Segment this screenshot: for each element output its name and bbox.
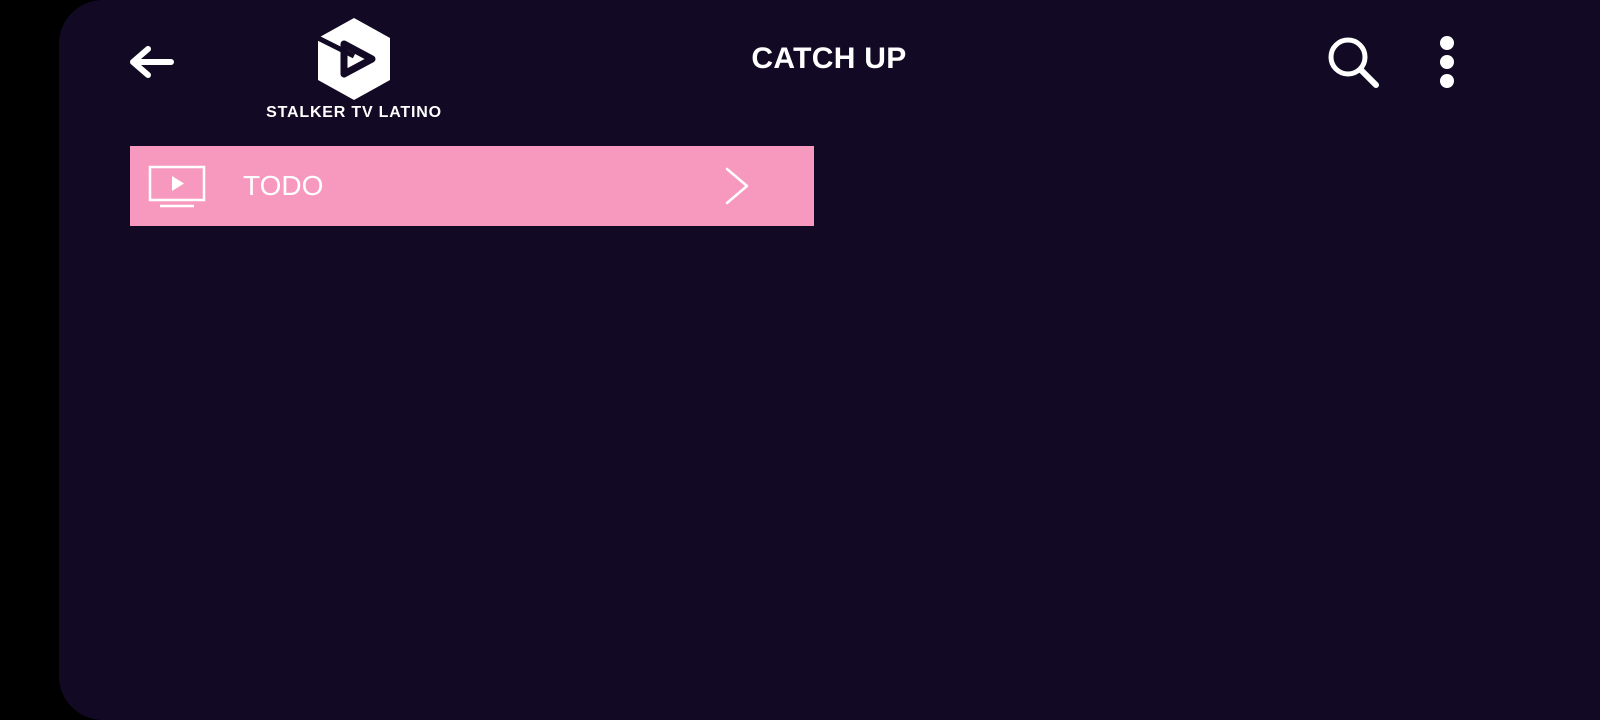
page-title: CATCH UP [751,42,907,75]
logo-mark-icon [316,18,390,100]
back-button[interactable] [123,38,179,86]
list-item-todo[interactable]: TODO [130,146,814,226]
list-item-label: TODO [243,170,324,201]
category-list: TODO [130,146,814,226]
more-options-button[interactable] [1425,30,1469,94]
search-button[interactable] [1321,30,1385,94]
arrow-left-icon [130,46,174,78]
search-icon [1328,37,1379,88]
logo-text: STALKER TV LATINO [266,104,442,121]
more-vertical-icon [1440,36,1454,88]
app-logo: STALKER TV LATINO [259,14,449,124]
chevron-right-icon [725,167,749,205]
tv-play-icon [148,165,206,208]
catch-up-screen: STALKER TV LATINO CATCH UP TODO [59,0,1600,720]
